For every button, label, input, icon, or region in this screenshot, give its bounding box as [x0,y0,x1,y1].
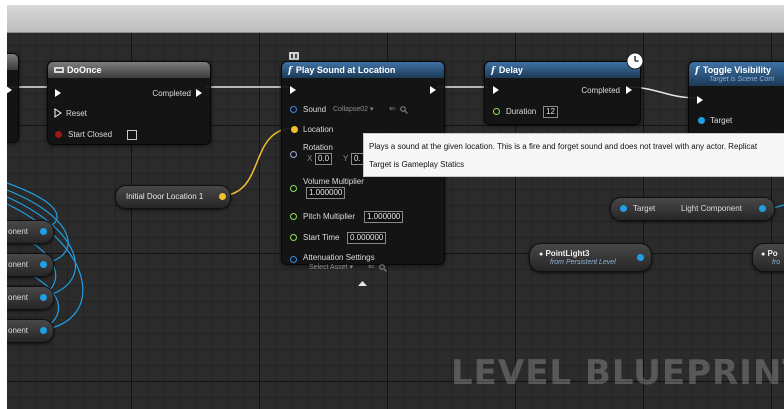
delay-completed-label: Completed [581,86,620,95]
initial-door-location-label: Initial Door Location 1 [126,192,204,201]
delay-function-icon: f [491,66,495,76]
doonce-node[interactable]: DoOnce Completed Reset Start Closed [47,61,211,145]
point-light3-subtitle: from Persistent Level [550,259,616,266]
component-pin-2[interactable] [40,261,47,268]
level-blueprint-watermark: LEVEL BLUEPRINT [451,353,784,393]
delay-node-header: f Delay [485,62,640,78]
magnifier-icon[interactable] [400,106,408,114]
exec-out-pin[interactable] [7,86,12,94]
component-variable-2[interactable]: onent [7,253,54,277]
pitch-multiplier-pin[interactable] [290,213,297,220]
doonce-start-closed-label: Start Closed [68,130,113,139]
component-pin-3[interactable] [40,294,47,301]
sound-pin[interactable] [290,106,297,113]
initial-door-location-pin[interactable] [219,193,226,200]
doonce-node-header: DoOnce [48,62,210,78]
rotation-label: Rotation [303,143,333,152]
component-pin-1[interactable] [40,228,47,235]
attenuation-arrow-left-icon[interactable]: ⇐ [368,262,375,271]
location-pin[interactable] [291,126,298,133]
doonce-completed-label: Completed [152,89,191,98]
light-component-getter-node[interactable]: Target Light Component [610,197,775,221]
volume-multiplier-pin[interactable] [290,185,297,192]
light-component-output-label: Light Component [681,204,742,213]
partial-node-header [7,54,18,70]
play-sound-node-header: f Play Sound at Location [282,62,444,78]
doonce-start-closed-pin[interactable] [55,131,62,138]
tooltip-target-info: Target is Gameplay Statics [369,160,465,169]
start-closed-checkbox[interactable] [127,130,137,140]
point-light-partial-title: ● Po [761,249,778,258]
duration-input[interactable]: 12 [543,106,558,118]
sound-label: Sound [303,105,327,114]
doonce-exec-in-pin[interactable] [55,89,61,97]
attenuation-asset-dropdown[interactable]: Select Asset ▾ [309,263,353,271]
delay-completed-pin[interactable] [626,86,632,94]
component-label-1: onent [8,227,29,236]
doonce-reset-label: Reset [66,109,87,118]
macro-node-icon [54,67,64,73]
rotation-x-input[interactable]: 0.0 [315,153,333,165]
location-label: Location [303,125,334,134]
node-tooltip: Plays a sound at the given location. Thi… [363,133,784,177]
rot-x-label: X [307,154,313,163]
toggle-function-icon: f [695,66,699,76]
clock-icon [626,52,644,70]
delay-title: Delay [498,65,523,75]
doonce-title: DoOnce [67,65,102,75]
start-time-input[interactable]: 0.000000 [347,232,387,244]
delay-exec-in-pin[interactable] [493,86,499,94]
component-pin-4[interactable] [40,327,47,334]
point-light-partial-subtitle: fro [772,259,781,266]
blueprint-graph-canvas[interactable]: DoOnce Completed Reset Start Closed f Pla… [7,5,784,409]
light-component-output-pin[interactable] [759,205,766,212]
start-time-pin[interactable] [290,234,297,241]
toggle-exec-in-pin[interactable] [697,96,703,104]
toggle-visibility-subtitle: Target is Scene Com [709,76,775,83]
component-label-3: onent [8,293,29,302]
doonce-completed-pin[interactable] [196,89,202,97]
component-variable-4[interactable]: onent [7,319,54,343]
partial-node-left[interactable] [7,53,19,143]
toggle-visibility-node[interactable]: f Toggle Visibility Target is Scene Com T… [688,61,784,141]
sound-asset-dropdown[interactable]: Collapse02 ▾ [333,105,374,113]
rotation-pin[interactable] [290,151,297,158]
point-light-partial-node[interactable]: ● Po fro [752,243,784,272]
component-label-2: onent [8,260,29,269]
component-variable-1[interactable]: onent [7,220,54,244]
light-component-target-pin[interactable] [620,205,627,212]
tooltip-description: Plays a sound at the given location. Thi… [369,142,758,151]
attenuation-magnifier-icon[interactable] [379,264,387,272]
duration-pin[interactable] [493,108,500,115]
duration-label: Duration [506,107,537,116]
volume-multiplier-label: Volume Multiplier [303,177,364,186]
point-light3-reference-node[interactable]: ● PointLight3 from Persistent Level [529,243,652,272]
volume-multiplier-input[interactable]: 1.000000 [306,187,346,199]
start-time-label: Start Time [303,233,340,242]
attenuation-settings-pin[interactable] [290,256,297,263]
function-icon: f [288,66,292,76]
play-sound-title: Play Sound at Location [295,65,396,75]
rot-y-label: Y [343,154,349,163]
rotation-y-input[interactable]: 0. [351,153,364,165]
toggle-target-label: Target [710,116,733,125]
point-light3-title: ● PointLight3 [539,249,590,258]
light-component-target-label: Target [633,204,656,213]
point-light3-output-pin[interactable] [637,254,644,261]
component-variable-3[interactable]: onent [7,286,54,310]
delay-node[interactable]: f Delay Completed Duration 12 [484,61,641,125]
arrow-left-icon[interactable]: ⇐ [389,104,396,113]
pitch-multiplier-label: Pitch Multiplier [303,212,356,221]
component-label-4: onent [8,326,29,335]
toggle-visibility-header: f Toggle Visibility Target is Scene Com [689,62,784,86]
expand-arrow-icon[interactable] [358,280,367,287]
initial-door-location-variable[interactable]: Initial Door Location 1 [115,185,231,209]
pitch-multiplier-input[interactable]: 1.000000 [364,211,404,223]
attenuation-settings-label: Attenuation Settings [303,253,375,262]
play-sound-exec-in-pin[interactable] [290,86,296,94]
doonce-reset-pin[interactable] [54,108,62,118]
play-sound-exec-out-pin[interactable] [430,86,436,94]
toggle-target-pin[interactable] [698,117,705,124]
